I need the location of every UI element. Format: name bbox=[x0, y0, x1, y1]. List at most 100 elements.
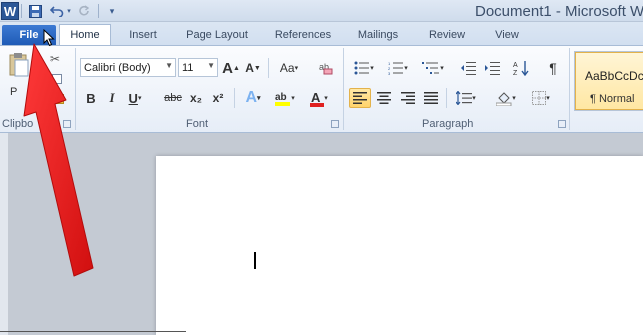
group-separator bbox=[75, 48, 76, 130]
underline-button[interactable]: U ▾ bbox=[124, 88, 146, 108]
undo-dropdown-icon[interactable]: ▾ bbox=[66, 2, 72, 20]
font-launcher-icon[interactable] bbox=[331, 120, 339, 128]
paste-button[interactable]: P bbox=[8, 52, 34, 106]
svg-text:3: 3 bbox=[388, 71, 391, 75]
copy-icon[interactable] bbox=[52, 74, 62, 84]
text-cursor bbox=[254, 252, 256, 269]
bullets-button[interactable]: ▾ bbox=[350, 58, 378, 78]
svg-text:A: A bbox=[311, 90, 321, 105]
group-separator bbox=[268, 58, 269, 78]
align-center-button[interactable] bbox=[374, 88, 394, 108]
tab-insert[interactable]: Insert bbox=[121, 25, 165, 45]
borders-button[interactable]: ▾ bbox=[528, 88, 554, 108]
multilevel-list-button[interactable]: ▾ bbox=[418, 58, 448, 78]
tab-view[interactable]: View bbox=[485, 25, 529, 45]
paste-label: P bbox=[10, 86, 18, 98]
group-separator bbox=[343, 48, 344, 130]
line-spacing-icon bbox=[456, 91, 473, 105]
qat-separator bbox=[98, 4, 99, 18]
ribbon-tabs: File Home Insert Page Layout References … bbox=[0, 22, 643, 45]
svg-text:A: A bbox=[513, 62, 518, 69]
redo-icon[interactable] bbox=[76, 2, 94, 20]
numbering-button[interactable]: 1 2 3 ▾ bbox=[384, 58, 412, 78]
qat-separator bbox=[21, 4, 22, 18]
justify-icon bbox=[424, 92, 438, 104]
font-size-value: 11 bbox=[182, 61, 194, 74]
cut-icon[interactable]: ✂ bbox=[50, 52, 60, 66]
tab-review[interactable]: Review bbox=[422, 25, 472, 45]
justify-button[interactable] bbox=[421, 88, 441, 108]
align-left-icon bbox=[353, 92, 367, 104]
chevron-down-icon: ▼ bbox=[207, 61, 215, 70]
superscript-button[interactable]: x² bbox=[210, 88, 226, 108]
paragraph-launcher-icon[interactable] bbox=[558, 120, 566, 128]
show-formatting-button[interactable]: ¶ bbox=[544, 58, 562, 78]
subscript-button[interactable]: x₂ bbox=[188, 88, 204, 108]
mouse-pointer-icon bbox=[43, 29, 55, 47]
font-color-button[interactable]: A ▾ bbox=[306, 88, 332, 108]
tab-references[interactable]: References bbox=[268, 25, 338, 45]
highlight-button[interactable]: ab ▾ bbox=[272, 88, 298, 108]
paste-icon bbox=[9, 53, 29, 77]
chevron-down-icon: ▼ bbox=[165, 61, 173, 70]
sort-icon: AZ bbox=[513, 61, 529, 76]
align-right-icon bbox=[401, 92, 415, 104]
style-preview: AaBbCcDc bbox=[585, 69, 643, 83]
save-icon[interactable] bbox=[26, 2, 44, 20]
quick-access-toolbar: W ▾ ▾ bbox=[0, 0, 121, 22]
strikethrough-button[interactable]: abc bbox=[162, 88, 184, 108]
font-name-combo[interactable]: Calibri (Body) ▼ bbox=[80, 58, 176, 77]
group-separator bbox=[234, 88, 235, 108]
group-separator bbox=[446, 88, 447, 108]
svg-text:Z: Z bbox=[513, 70, 518, 76]
clear-formatting-icon[interactable]: ab bbox=[316, 58, 336, 78]
sort-button[interactable]: AZ bbox=[510, 58, 532, 78]
tab-mailings[interactable]: Mailings bbox=[350, 25, 406, 45]
align-left-button[interactable] bbox=[349, 88, 371, 108]
shrink-font-button[interactable]: A ▼ bbox=[244, 58, 262, 78]
align-right-button[interactable] bbox=[398, 88, 418, 108]
increase-indent-button[interactable] bbox=[482, 58, 502, 78]
decrease-indent-button[interactable] bbox=[458, 58, 478, 78]
change-case-button[interactable]: Aa ▾ bbox=[276, 58, 302, 78]
title-bar: W ▾ ▾ Document1 - Microsoft W bbox=[0, 0, 643, 22]
tab-home[interactable]: Home bbox=[59, 24, 111, 45]
paint-bucket-icon bbox=[496, 92, 512, 106]
customize-qat-icon[interactable]: ▾ bbox=[103, 2, 121, 20]
status-divider bbox=[0, 331, 186, 332]
word-logo-icon[interactable]: W bbox=[1, 2, 19, 20]
numbering-icon: 123 bbox=[388, 61, 404, 75]
font-color-icon: A bbox=[310, 90, 325, 107]
bold-button[interactable]: B bbox=[83, 88, 99, 108]
quick-styles-gallery: AaBbCcDc ¶ Normal bbox=[574, 51, 643, 111]
align-center-icon bbox=[377, 92, 391, 104]
shading-button[interactable]: ▾ bbox=[492, 88, 520, 108]
grow-font-button[interactable]: A ▲ bbox=[222, 58, 240, 78]
svg-text:ab: ab bbox=[275, 92, 287, 103]
vertical-ruler bbox=[0, 133, 8, 335]
borders-icon bbox=[532, 91, 547, 105]
style-name: ¶ Normal bbox=[590, 93, 635, 105]
tab-page-layout[interactable]: Page Layout bbox=[178, 25, 256, 45]
clipboard-group-label: Clipbo bbox=[2, 118, 34, 130]
paragraph-group-label: Paragraph bbox=[422, 118, 474, 130]
format-painter-icon[interactable] bbox=[52, 94, 64, 104]
document-page[interactable] bbox=[156, 156, 643, 335]
line-spacing-button[interactable]: ▾ bbox=[452, 88, 480, 108]
italic-button[interactable]: I bbox=[104, 88, 120, 108]
document-area bbox=[0, 133, 643, 335]
decrease-indent-icon bbox=[461, 62, 476, 75]
font-group-label: Font bbox=[186, 118, 209, 130]
font-size-combo[interactable]: 11 ▼ bbox=[178, 58, 218, 77]
window-title: Document1 - Microsoft W bbox=[475, 3, 643, 20]
multilevel-list-icon bbox=[422, 62, 440, 74]
increase-indent-icon bbox=[485, 62, 500, 75]
group-separator bbox=[569, 48, 570, 130]
text-effects-button[interactable]: A ▾ bbox=[241, 88, 265, 108]
undo-icon[interactable] bbox=[48, 2, 66, 20]
font-name-value: Calibri (Body) bbox=[84, 61, 151, 74]
bullets-icon bbox=[354, 61, 370, 75]
style-normal[interactable]: AaBbCcDc ¶ Normal bbox=[575, 52, 643, 110]
ribbon-home: P ✂ Clipbo Calibri (Body) ▼ 11 ▼ A ▲ A ▼ A… bbox=[0, 45, 643, 133]
clipboard-launcher-icon[interactable] bbox=[63, 120, 71, 128]
